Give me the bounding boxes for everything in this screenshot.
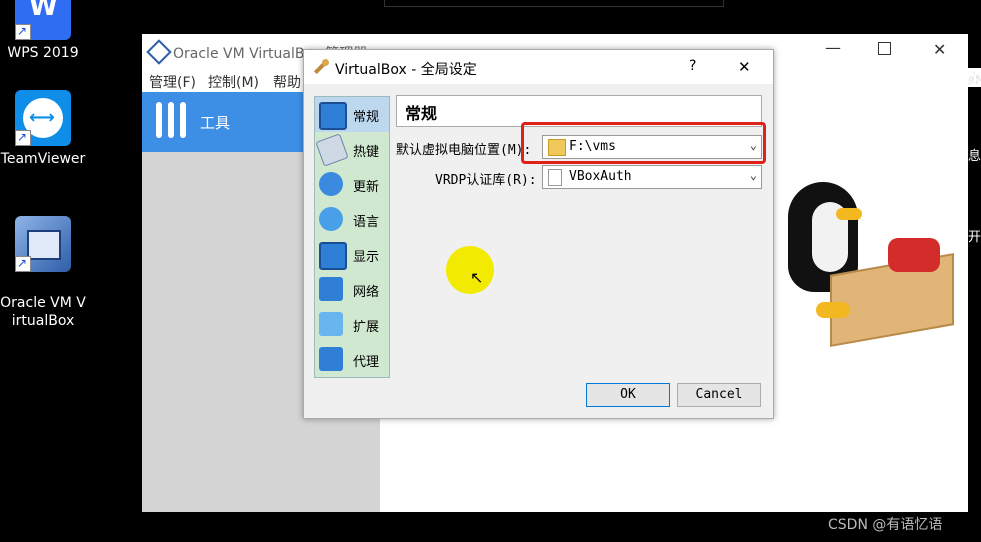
category-label: 代理: [353, 355, 380, 370]
virtualbox-mascot-illustration: [778, 174, 958, 347]
file-icon: [548, 169, 562, 186]
desktop-icon-virtualbox[interactable]: Oracle VM V irtualBox: [0, 198, 88, 348]
category-label: 扩展: [353, 320, 380, 335]
close-button[interactable]: ✕: [933, 40, 946, 59]
vrdp-value: VBoxAuth: [569, 169, 632, 184]
teamviewer-icon: ⟷: [15, 90, 71, 146]
desktop-icon-label: TeamViewer: [0, 151, 86, 167]
cancel-button[interactable]: Cancel: [677, 383, 761, 407]
monitor-icon: [319, 102, 347, 130]
category-label: 热键: [353, 145, 380, 160]
watermark: CSDN @有语忆语: [828, 517, 943, 533]
category-extensions[interactable]: 扩展: [315, 307, 389, 342]
category-label: 显示: [353, 250, 380, 265]
network-icon: [319, 277, 343, 301]
update-icon: [319, 172, 343, 196]
virtualbox-icon: [15, 216, 71, 272]
dialog-titlebar: VirtualBox - 全局设定 ? ✕: [304, 50, 773, 84]
wrench-icon: [313, 59, 329, 75]
category-label: 语言: [353, 215, 380, 230]
highlight-annotation-box: [521, 122, 766, 164]
desktop-icon-wps[interactable]: W WPS 2019: [0, 0, 88, 62]
menu-help[interactable]: 帮助: [273, 72, 301, 92]
menu-control[interactable]: 控制(M): [208, 72, 259, 92]
category-network[interactable]: 网络: [315, 272, 389, 307]
section-title-text: 常规: [405, 104, 438, 123]
right-fragment-a: 办: [968, 72, 981, 87]
tools-label: 工具: [200, 114, 231, 132]
category-general[interactable]: 常规: [315, 97, 389, 132]
category-update[interactable]: 更新: [315, 167, 389, 202]
category-hotkeys[interactable]: 热键: [315, 132, 389, 167]
right-fragment-b: 息: [968, 149, 981, 164]
shortcut-arrow-icon: [15, 128, 31, 146]
dialog-title: VirtualBox - 全局设定: [335, 62, 477, 78]
desktop-icon-label: Oracle VM V irtualBox: [0, 295, 86, 329]
display-icon: [319, 242, 347, 270]
extension-icon: [319, 312, 343, 336]
keyboard-icon: [315, 133, 349, 167]
dialog-close-button[interactable]: ✕: [738, 58, 751, 76]
desktop-icon-label: WPS 2019: [7, 45, 79, 61]
menu-manage[interactable]: 管理(F): [149, 72, 196, 92]
globe-icon: [319, 207, 343, 231]
category-proxy[interactable]: 代理: [315, 342, 389, 377]
virtualbox-logo-icon: [146, 39, 172, 65]
help-button[interactable]: ?: [689, 58, 696, 74]
vrdp-combobox[interactable]: VBoxAuth ⌄: [542, 165, 762, 189]
category-label: 网络: [353, 285, 380, 300]
maximize-button[interactable]: [878, 42, 891, 55]
ok-button[interactable]: OK: [586, 383, 670, 407]
wps-icon: W: [15, 0, 71, 40]
proxy-icon: [319, 347, 343, 371]
shortcut-arrow-icon: [15, 254, 31, 272]
category-language[interactable]: 语言: [315, 202, 389, 237]
vrdp-label: VRDP认证库(R):: [435, 173, 537, 188]
mouse-pointer-icon: ↖: [470, 268, 484, 287]
right-fragment-c: 开: [968, 230, 981, 245]
vm-folder-label: 默认虚拟电脑位置(M):: [396, 143, 532, 158]
desktop-icon-teamviewer[interactable]: ⟷ TeamViewer: [0, 90, 88, 168]
global-settings-dialog: VirtualBox - 全局设定 ? ✕ 常规 热键 更新 语言 显示 网络: [303, 49, 774, 419]
chevron-down-icon: ⌄: [749, 168, 757, 182]
category-label: 常规: [353, 110, 380, 125]
category-display[interactable]: 显示: [315, 237, 389, 272]
settings-category-list: 常规 热键 更新 语言 显示 网络 扩展 代理: [314, 96, 390, 378]
shortcut-arrow-icon: [15, 22, 31, 40]
minimize-button[interactable]: —: [825, 38, 841, 57]
taskbar-fragment: [384, 0, 724, 7]
category-label: 更新: [353, 180, 380, 195]
tools-icon: [154, 102, 190, 138]
